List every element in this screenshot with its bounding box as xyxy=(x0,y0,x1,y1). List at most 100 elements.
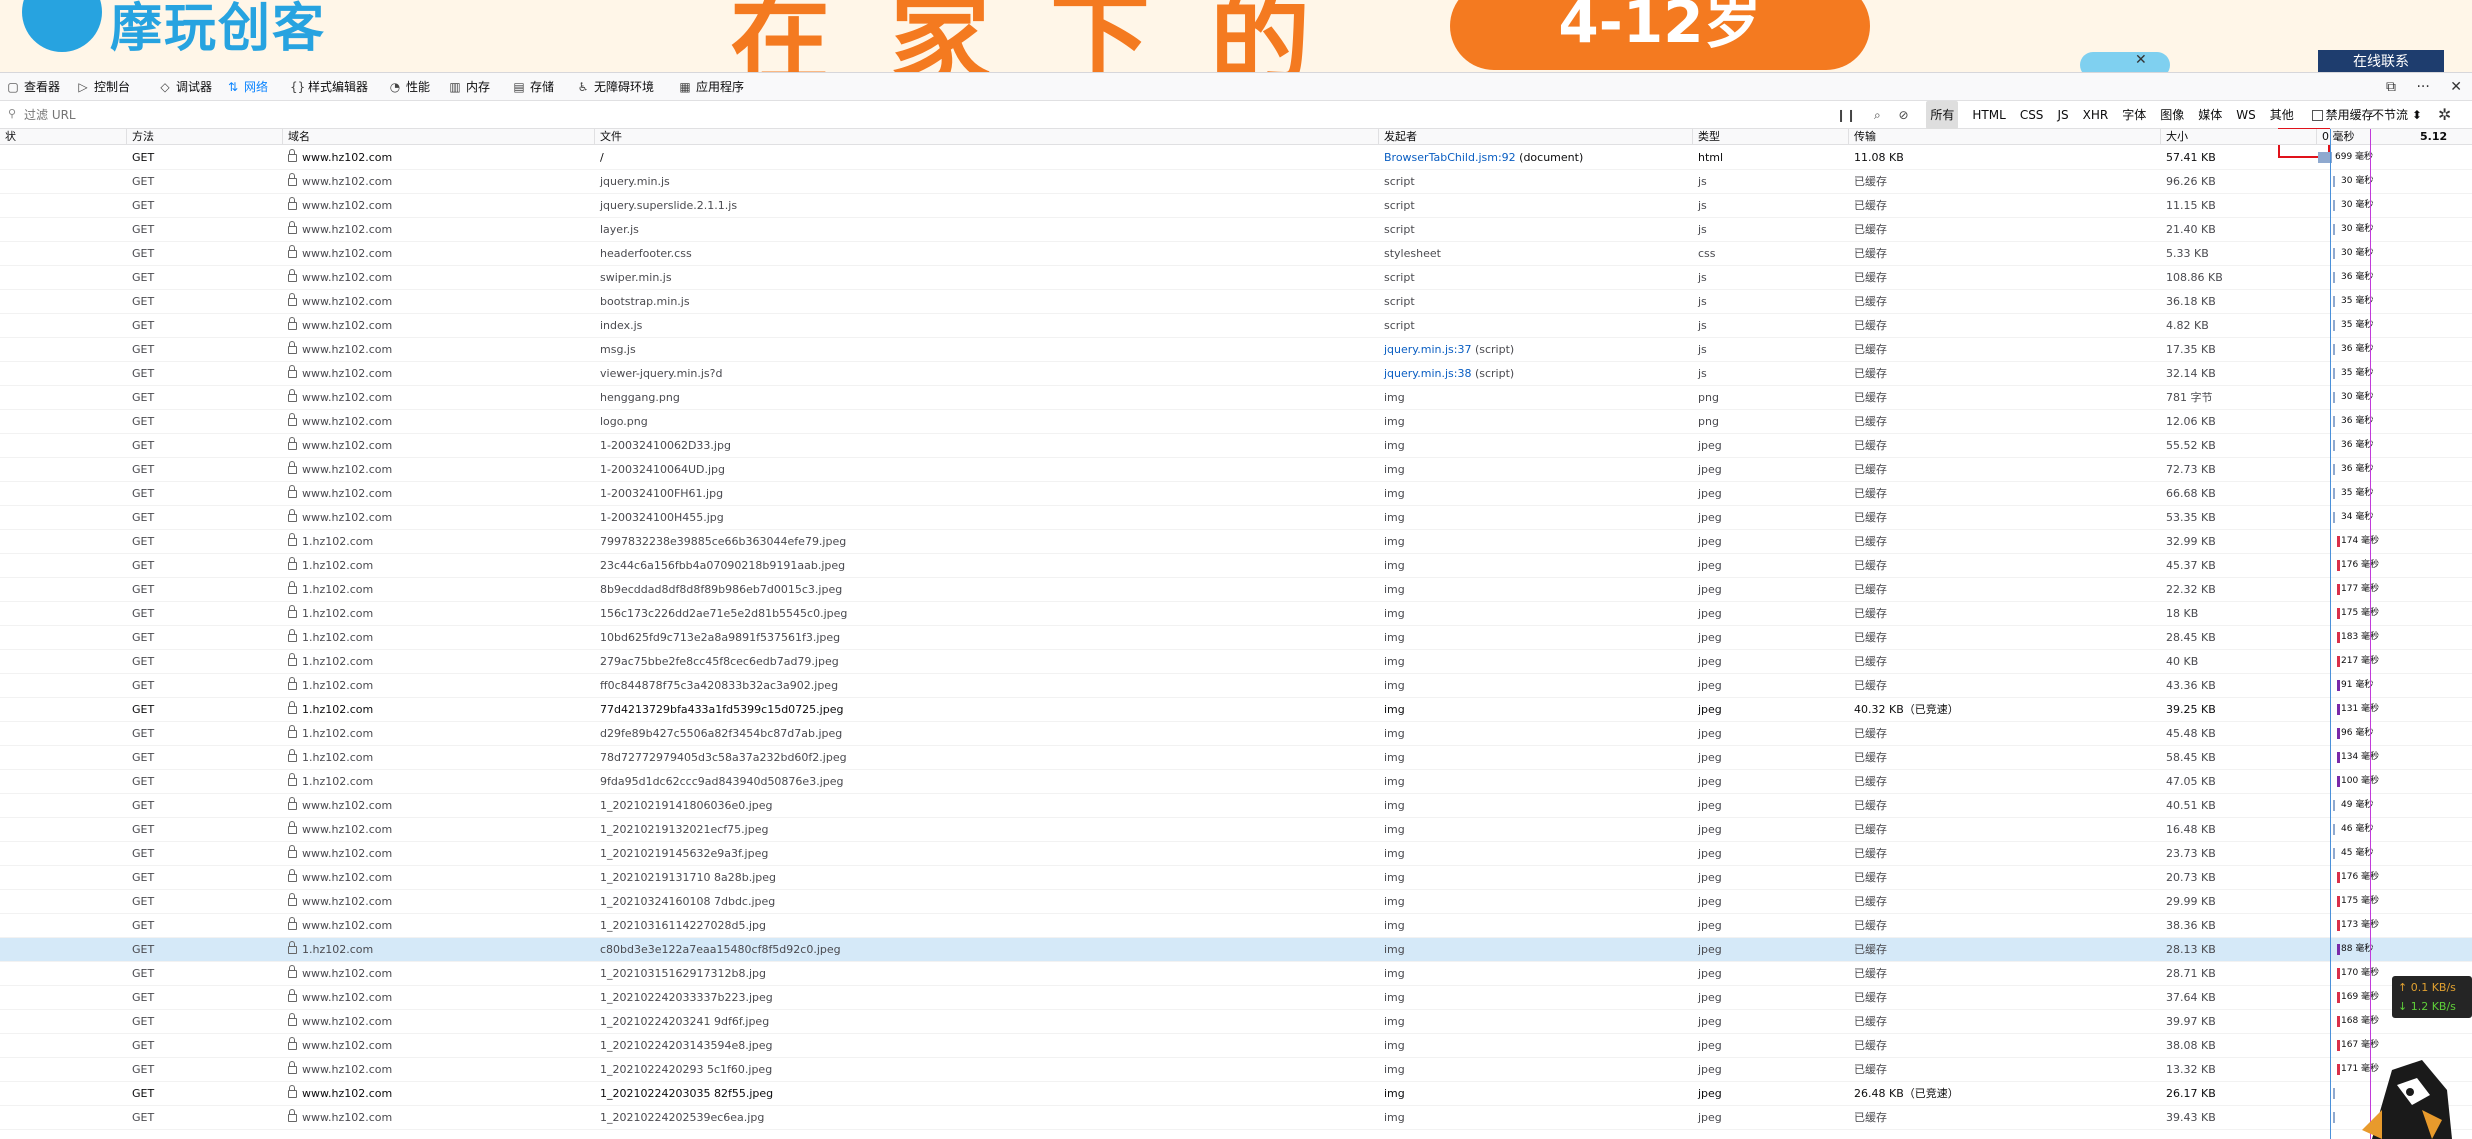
filter-type-8[interactable]: WS xyxy=(2236,101,2255,129)
tab-application[interactable]: ▦ 应用程序 xyxy=(678,73,744,101)
cell-file: 1_20210224203035 82f55.jpeg xyxy=(600,1087,774,1100)
table-row[interactable]: GET 1.hz102.com 23c44c6a156fbb4a07090218b9… xyxy=(0,554,2472,578)
header-domain[interactable]: 域名 xyxy=(282,129,594,145)
table-row[interactable]: GET www.hz102.com 1-200324100H455.jpg img jp… xyxy=(0,506,2472,530)
table-row[interactable]: GET www.hz102.com viewer-jquery.min.js?d jq… xyxy=(0,362,2472,386)
initiator-link[interactable]: BrowserTabChild.jsm:92 xyxy=(1384,151,1516,164)
filter-type-2[interactable]: CSS xyxy=(2020,101,2044,129)
filter-type-3[interactable]: JS xyxy=(2057,101,2068,129)
table-row[interactable]: GET 1.hz102.com 156c173c226dd2ae71e5e2d81b… xyxy=(0,602,2472,626)
table-row[interactable]: GET 1.hz102.com 10bd625fd9c713e2a8a9891f53… xyxy=(0,626,2472,650)
table-row[interactable]: GET www.hz102.com 1-20032410062D33.jpg img j… xyxy=(0,434,2472,458)
tab-style-editor[interactable]: {} 样式编辑器 xyxy=(290,73,368,101)
table-row[interactable]: GET 1.hz102.com 77d4213729bfa433a1fd5399c1… xyxy=(0,698,2472,722)
filter-type-5[interactable]: 字体 xyxy=(2122,101,2146,129)
header-timing[interactable]: 0 毫秒 xyxy=(2316,129,2420,145)
disable-cache-checkbox[interactable] xyxy=(2311,110,2323,121)
table-row[interactable]: GET www.hz102.com 1_20210224203143594e8.jp… xyxy=(0,1034,2472,1058)
initiator-link[interactable]: jquery.min.js:38 xyxy=(1384,367,1471,380)
filter-type-0[interactable]: 所有 xyxy=(1926,101,1959,129)
table-row[interactable]: GET www.hz102.com 1_202102242033337b223.jp… xyxy=(0,986,2472,1010)
cell-initiator: img xyxy=(1384,679,1405,692)
clear-icon[interactable]: ⊘ xyxy=(1899,108,1909,122)
online-contact-button[interactable]: 在线联系 xyxy=(2318,50,2444,72)
table-row[interactable]: GET www.hz102.com 1_20210315162917312b8.jp… xyxy=(0,962,2472,986)
initiator-link[interactable]: jquery.min.js:37 xyxy=(1384,343,1471,356)
table-row[interactable]: GET www.hz102.com swiper.min.js script js 已缓存… xyxy=(0,266,2472,290)
header-initiator[interactable]: 发起者 xyxy=(1378,129,1692,145)
filter-type-1[interactable]: HTML xyxy=(1972,101,2005,129)
table-row[interactable]: GET www.hz102.com layer.js script js 已缓存 21.40… xyxy=(0,218,2472,242)
cell-domain: www.hz102.com xyxy=(282,914,594,937)
lock-icon xyxy=(288,413,297,426)
table-row[interactable]: GET www.hz102.com henggang.png img png 已缓存 781… xyxy=(0,386,2472,410)
throttle-select[interactable]: 不节流 ⬍ xyxy=(2372,101,2422,129)
filter-type-4[interactable]: XHR xyxy=(2083,101,2109,129)
tab-debugger[interactable]: ◇ 调试器 xyxy=(158,73,212,101)
header-method[interactable]: 方法 xyxy=(126,129,282,145)
timing-bar xyxy=(2333,464,2335,475)
table-row[interactable]: GET www.hz102.com 1_20210224202539ec6ea.jp… xyxy=(0,1106,2472,1130)
table-row[interactable]: GET www.hz102.com 1_20210219145632e9a3f.jp… xyxy=(0,842,2472,866)
settings-icon[interactable]: ✲ xyxy=(2438,101,2451,129)
table-row[interactable]: GET www.hz102.com 1_2021022420293 5c1f60.j… xyxy=(0,1058,2472,1082)
table-row[interactable]: GET www.hz102.com 1_20210324160108 7dbdc.j… xyxy=(0,890,2472,914)
header-size[interactable]: 大小 xyxy=(2160,129,2316,145)
table-row[interactable]: GET www.hz102.com 1-200324100FH61.jpg img jp… xyxy=(0,482,2472,506)
filter-type-6[interactable]: 图像 xyxy=(2160,101,2184,129)
table-row[interactable]: GET 1.hz102.com d29fe89b427c5506a82f3454bc… xyxy=(0,722,2472,746)
table-row[interactable]: GET www.hz102.com bootstrap.min.js script js… xyxy=(0,290,2472,314)
header-status[interactable]: 状 xyxy=(0,129,126,145)
timing-bar xyxy=(2337,944,2340,955)
lock-icon xyxy=(288,869,297,882)
tab-performance[interactable]: ◔ 性能 xyxy=(388,73,430,101)
tab-console[interactable]: ▷ 控制台 xyxy=(76,73,130,101)
timing-bar xyxy=(2333,440,2335,451)
cell-method: GET xyxy=(132,391,155,404)
table-row[interactable]: GET 1.hz102.com 9fda95d1dc62ccc9ad843940d5… xyxy=(0,770,2472,794)
filter-controls: ❙❙ ⌕ ⊘ 所有 HTML CSS JS XHR 字体 图像 媒体 WS 其他 禁用缓存 xyxy=(1836,101,2388,129)
close-devtools-icon[interactable]: ✕ xyxy=(2450,79,2462,95)
tab-accessibility[interactable]: ♿ 无障碍环境 xyxy=(576,73,654,101)
banner-close-icon[interactable]: ✕ xyxy=(2135,52,2147,68)
more-options-icon[interactable]: ··· xyxy=(2416,79,2429,95)
tab-network[interactable]: ⇅ 网络 xyxy=(226,73,268,101)
tab-storage[interactable]: ▤ 存储 xyxy=(512,73,554,101)
table-row[interactable]: GET www.hz102.com 1-20032410064UD.jpg img jp… xyxy=(0,458,2472,482)
table-row[interactable]: GET 1.hz102.com c80bd3e3e122a7eaa15480cf8f… xyxy=(0,938,2472,962)
table-row[interactable]: GET 1.hz102.com ff0c844878f75c3a420833b32a… xyxy=(0,674,2472,698)
table-row[interactable]: GET www.hz102.com headerfooter.css styleshe… xyxy=(0,242,2472,266)
table-row[interactable]: GET www.hz102.com 1_20210219141806036e0.jp… xyxy=(0,794,2472,818)
table-row[interactable]: GET 1.hz102.com 8b9ecddad8df8d8f89b986eb7d… xyxy=(0,578,2472,602)
filter-type-7[interactable]: 媒体 xyxy=(2198,101,2222,129)
filter-url-input[interactable] xyxy=(6,105,906,125)
header-type[interactable]: 类型 xyxy=(1692,129,1848,145)
domain-text: www.hz102.com xyxy=(302,1063,393,1076)
header-transferred[interactable]: 传输 xyxy=(1848,129,2160,145)
dock-icon[interactable]: ⧉ xyxy=(2386,79,2396,95)
table-row[interactable]: GET 1.hz102.com 279ac75bbe2fe8cc45f8cec6ed… xyxy=(0,650,2472,674)
table-row[interactable]: GET www.hz102.com jquery.superslide.2.1.1.… xyxy=(0,194,2472,218)
table-row[interactable]: GET www.hz102.com / BrowserTabChild.jsm:92 … xyxy=(0,146,2472,170)
table-row[interactable]: GET www.hz102.com 1_20210224203241 9df6f.j… xyxy=(0,1010,2472,1034)
filter-type-9[interactable]: 其他 xyxy=(2270,101,2294,129)
search-icon[interactable]: ⌕ xyxy=(1874,108,1881,122)
table-row[interactable]: GET www.hz102.com 1_20210224203035 82f55.j… xyxy=(0,1082,2472,1106)
table-row[interactable]: GET www.hz102.com msg.js jquery.min.js:37 (… xyxy=(0,338,2472,362)
domain-text: www.hz102.com xyxy=(302,991,393,1004)
table-row[interactable]: GET www.hz102.com 1_20210219132021ecf75.jp… xyxy=(0,818,2472,842)
lock-icon xyxy=(288,1109,297,1122)
table-row[interactable]: GET 1.hz102.com 78d72772979405d3c58a37a232… xyxy=(0,746,2472,770)
domain-text: www.hz102.com xyxy=(302,367,393,380)
table-row[interactable]: GET www.hz102.com 1_20210219131710 8a28b.j… xyxy=(0,866,2472,890)
disable-cache-toggle[interactable]: 禁用缓存 xyxy=(2311,101,2374,129)
header-file[interactable]: 文件 xyxy=(594,129,1378,145)
pause-icon[interactable]: ❙❙ xyxy=(1836,108,1856,122)
table-row[interactable]: GET www.hz102.com jquery.min.js script js 已缓存… xyxy=(0,170,2472,194)
table-row[interactable]: GET www.hz102.com 1_20210316114227028d5.jp… xyxy=(0,914,2472,938)
table-row[interactable]: GET www.hz102.com logo.png img png 已缓存 12.06 K… xyxy=(0,410,2472,434)
tab-inspector[interactable]: ▢ 查看器 xyxy=(6,73,60,101)
table-row[interactable]: GET www.hz102.com index.js script js 已缓存 4.82 … xyxy=(0,314,2472,338)
tab-memory[interactable]: ▥ 内存 xyxy=(448,73,490,101)
table-row[interactable]: GET 1.hz102.com 7997832238e39885ce66b36304… xyxy=(0,530,2472,554)
